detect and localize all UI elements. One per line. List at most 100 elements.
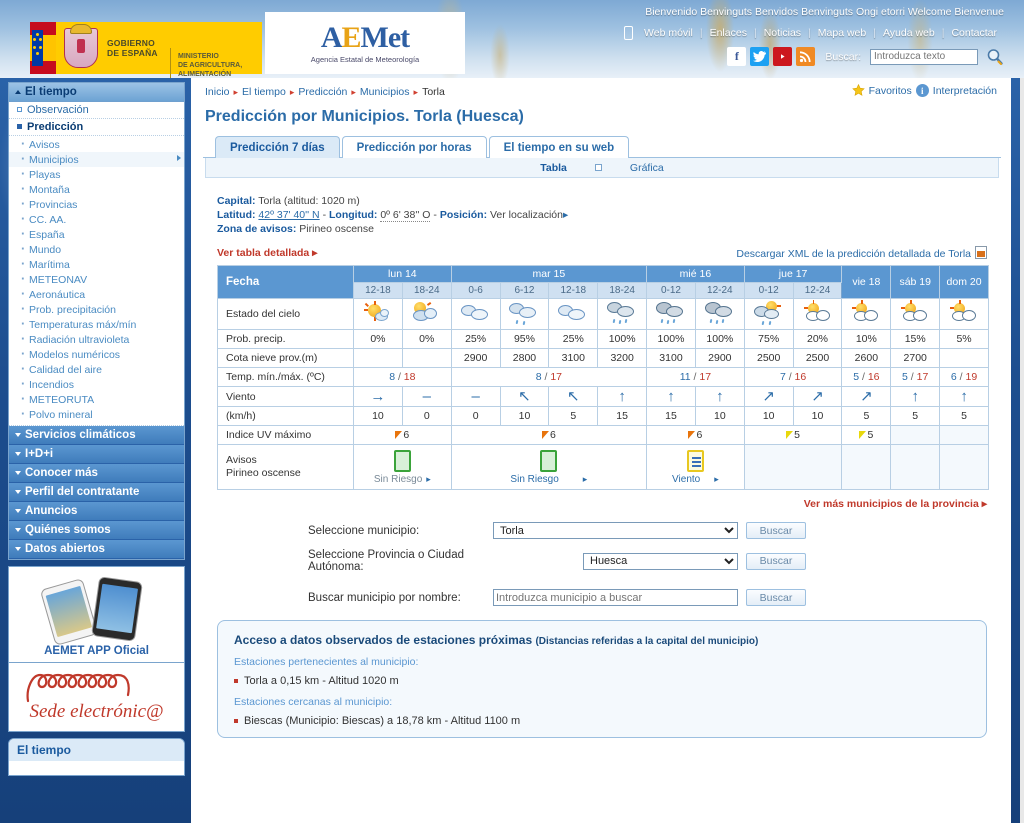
sidebar-item-playas[interactable]: Playas xyxy=(9,166,184,182)
nav-enlaces[interactable]: Enlaces xyxy=(703,27,754,39)
sky-cell-8 xyxy=(743,298,794,330)
nav-web-movil[interactable]: Web móvil xyxy=(637,27,700,39)
sidebar-subitem-label: METEORUTA xyxy=(29,393,95,406)
sidebar-item-incendios[interactable]: Incendios xyxy=(9,376,184,392)
facebook-icon[interactable]: f xyxy=(727,47,747,66)
aviso-mar-15[interactable]: Sin Riesgo ▸ xyxy=(450,444,648,490)
twitter-icon[interactable] xyxy=(750,47,770,66)
search-icon[interactable] xyxy=(986,48,1004,66)
social-and-search[interactable]: f Buscar: xyxy=(727,47,1004,66)
wind-arrow-icon: – xyxy=(422,388,431,405)
breadcrumb-prediccion[interactable]: Predicción xyxy=(298,86,347,98)
temp-max: 19 xyxy=(965,371,978,383)
sky-cell-10 xyxy=(841,298,892,330)
sidebar-item-ccaa[interactable]: CC. AA. xyxy=(9,211,184,227)
sidebar-item-montana[interactable]: Montaña xyxy=(9,181,184,197)
sidebar-subitem-label: CC. AA. xyxy=(29,213,67,226)
buscar-nombre-button[interactable]: Buscar xyxy=(746,589,806,606)
sidebar-item-provincias[interactable]: Provincias xyxy=(9,196,184,212)
breadcrumb-inicio[interactable]: Inicio xyxy=(205,86,230,98)
tab-prediccion-7-dias[interactable]: Predicción 7 días xyxy=(215,136,340,158)
top-navigation[interactable]: Web móvil | Enlaces | Noticias | Mapa web | … xyxy=(624,26,1004,40)
nav-noticias[interactable]: Noticias xyxy=(757,27,808,39)
nombre-municipio-input[interactable] xyxy=(493,589,738,606)
sky-cell-6 xyxy=(646,298,696,330)
sidebar-item-prob-precipitacion[interactable]: Prob. precipitación xyxy=(9,301,184,317)
nav-mapa-web[interactable]: Mapa web xyxy=(811,27,873,39)
view-radio-icon[interactable] xyxy=(594,164,602,171)
municipio-select[interactable]: Torla xyxy=(493,522,738,539)
sidebar-subitem-label: Provincias xyxy=(29,198,78,211)
sidebar-section-label: Anuncios xyxy=(25,505,78,517)
uv-sab-19 xyxy=(890,425,941,445)
sidebar-item-espana[interactable]: España xyxy=(9,226,184,242)
sidebar-section-conocer-mas[interactable]: Conocer más xyxy=(9,464,184,483)
sidebar-item-avisos[interactable]: Avisos xyxy=(9,136,184,152)
descargar-xml-link[interactable]: Descargar XML de la predicción detallada… xyxy=(736,246,987,260)
sidebar-item-municipios[interactable]: Municipios xyxy=(9,151,184,167)
tab-el-tiempo-en-su-web[interactable]: El tiempo en su web xyxy=(488,136,630,158)
sidebar-item-maritima[interactable]: Marítima xyxy=(9,256,184,272)
sidebar-item-temperaturas[interactable]: Temperaturas máx/mín xyxy=(9,316,184,332)
rss-icon[interactable] xyxy=(796,47,816,66)
sede-electronica-banner[interactable]: Sede electrónic@ xyxy=(8,663,185,732)
row-avisos: Avisos Pirineo oscense Sin Riesgo ▸ Sin R… xyxy=(217,444,989,490)
row-prob-precip: Prob. precip. 0% 0% 25% 95% 25% 100% 100… xyxy=(217,329,989,349)
sidebar-item-calidad-del-aire[interactable]: Calidad del aire xyxy=(9,361,184,377)
sidebar-item-aeronautica[interactable]: Aeronáutica xyxy=(9,286,184,302)
uv-flag-icon xyxy=(541,431,549,439)
youtube-icon[interactable] xyxy=(773,47,793,66)
breadcrumb-municipios[interactable]: Municipios xyxy=(360,86,410,98)
sidebar-item-polvo-mineral[interactable]: Polvo mineral xyxy=(9,406,184,422)
station-item-torla[interactable]: Torla a 0,15 km - Altitud 1020 m xyxy=(234,675,970,687)
sidebar-item-meteoruta[interactable]: METEORUTA xyxy=(9,391,184,407)
breadcrumb-eltiempo[interactable]: El tiempo xyxy=(242,86,286,98)
ver-mas-municipios-link[interactable]: Ver más municipios de la provincia ▸ xyxy=(804,498,987,510)
chevron-down-icon xyxy=(15,490,21,494)
sidebar-item-radiacion-ultravioleta[interactable]: Radiación ultravioleta xyxy=(9,331,184,347)
sidebar-section-perfil-contratante[interactable]: Perfil del contratante xyxy=(9,483,184,502)
provincia-select[interactable]: Huesca xyxy=(583,552,738,570)
nieve-8: 2500 xyxy=(743,348,794,368)
gobierno-logo-bar[interactable]: GOBIERNO DE ESPAÑA MINISTERIO DE AGRICULT… xyxy=(30,22,262,78)
chevron-down-icon xyxy=(15,509,21,513)
scrollbar-track[interactable] xyxy=(1020,78,1024,823)
avisos-zona: Pirineo oscense xyxy=(226,467,301,479)
sidebar-item-prediccion[interactable]: Predicción xyxy=(9,119,184,136)
nav-contactar[interactable]: Contactar xyxy=(944,27,1004,39)
search-input[interactable] xyxy=(870,48,978,65)
sidebar-section-servicios-climaticos[interactable]: Servicios climáticos xyxy=(9,426,184,445)
wind-dir-8: ↗ xyxy=(743,386,794,407)
sidebar-item-modelos-numericos[interactable]: Modelos numéricos xyxy=(9,346,184,362)
aviso-lun-14[interactable]: Sin Riesgo ▸ xyxy=(353,444,452,490)
sidebar-item-mundo[interactable]: Mundo xyxy=(9,241,184,257)
aviso-vie-18 xyxy=(841,444,892,490)
sidebar-section-anuncios[interactable]: Anuncios xyxy=(9,502,184,521)
sidebar-item-observacion[interactable]: Observación xyxy=(9,102,184,119)
sun-cloud-icon xyxy=(849,300,883,327)
nav-ayuda-web[interactable]: Ayuda web xyxy=(876,27,942,39)
sidebar-item-meteonav[interactable]: METEONAV xyxy=(9,271,184,287)
sidebar-section-quienes-somos[interactable]: Quiénes somos xyxy=(9,521,184,540)
sidebar-subitem-label: METEONAV xyxy=(29,273,88,286)
buscar-municipio-button[interactable]: Buscar xyxy=(746,522,806,539)
station-item-biescas[interactable]: Biescas (Municipio: Biescas) a 18,78 km … xyxy=(234,715,970,727)
interpretacion-link[interactable]: Interpretación xyxy=(933,85,997,97)
aviso-mie-16[interactable]: Viento ▸ xyxy=(646,444,745,490)
buscar-provincia-button[interactable]: Buscar xyxy=(746,552,806,570)
nieve-6: 3100 xyxy=(646,348,696,368)
ver-tabla-detallada-link[interactable]: Ver tabla detallada ▸ xyxy=(217,247,317,259)
tab-prediccion-por-horas[interactable]: Predicción por horas xyxy=(341,136,487,158)
sidebar-eltiempo-widget[interactable]: El tiempo xyxy=(8,738,185,776)
view-tabla-option[interactable]: Tabla xyxy=(540,162,567,174)
sidebar-section-datos-abiertos[interactable]: Datos abiertos xyxy=(9,540,184,559)
precip-8: 75% xyxy=(743,329,794,349)
view-grafica-option[interactable]: Gráfica xyxy=(630,162,664,174)
nieve-11: 2700 xyxy=(890,348,941,368)
favoritos-link[interactable]: Favoritos xyxy=(869,85,912,97)
sidebar-section-idi[interactable]: I+D+i xyxy=(9,445,184,464)
aemet-logo[interactable]: AEMet Agencia Estatal de Meteorología xyxy=(265,12,465,74)
ver-localizacion-link[interactable]: Ver localización xyxy=(490,209,563,221)
sidebar-section-eltiempo[interactable]: El tiempo xyxy=(9,83,184,102)
aemet-app-promo[interactable]: AEMET APP Oficial xyxy=(8,566,185,663)
